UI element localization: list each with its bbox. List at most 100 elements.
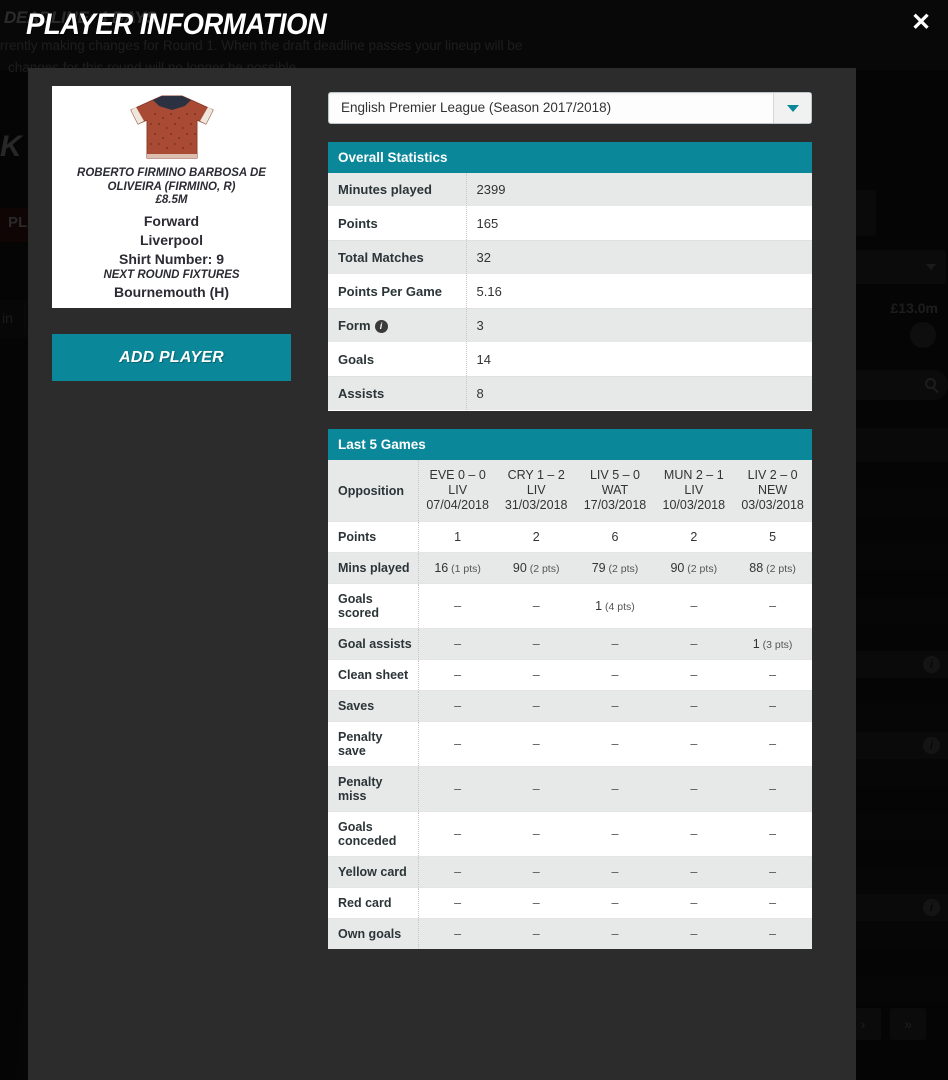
empty-value: – [690, 827, 698, 841]
empty-value: – [769, 927, 777, 941]
stat-cell: – [418, 887, 497, 919]
empty-value: – [611, 782, 619, 796]
empty-value: – [532, 865, 540, 879]
empty-value: – [611, 668, 619, 682]
stat-cell: – [418, 721, 497, 767]
empty-value: – [769, 599, 777, 613]
table-row: Total Matches 32 [328, 240, 812, 275]
stat-cell: – [496, 690, 576, 722]
empty-value: – [769, 699, 777, 713]
stat-cell: – [575, 690, 655, 722]
opposition-score: MUN 2 – 1 LIV [663, 468, 724, 497]
stat-label: Penalty save [328, 721, 419, 767]
stat-cell: – [496, 856, 576, 888]
overall-statistics-title: Overall Statistics [328, 142, 812, 173]
stat-label: Assists [328, 376, 467, 411]
league-select[interactable]: English Premier League (Season 2017/2018… [328, 92, 812, 124]
stat-label: Goals [328, 342, 467, 377]
opposition-score: LIV 5 – 0 WAT [589, 468, 641, 497]
stat-cell: 1 (3 pts) [733, 628, 812, 660]
opposition-cell-1: CRY 1 – 2 LIV 31/03/2018 [496, 460, 576, 522]
table-row: Points Per Game 5.16 [328, 274, 812, 309]
table-row: Goal assists – – – – 1 (3 pts) [328, 628, 812, 660]
player-information-modal: ROBERTO FIRMINO BARBOSA DE OLIVEIRA (FIR… [28, 68, 856, 1080]
empty-value: – [769, 827, 777, 841]
table-row: Points 165 [328, 206, 812, 241]
opposition-date: 03/03/2018 [741, 498, 804, 512]
stat-cell: – [496, 583, 576, 629]
stat-cell: – [733, 659, 812, 691]
empty-value: – [532, 599, 540, 613]
stat-cell: – [654, 811, 734, 857]
empty-value: – [690, 782, 698, 796]
empty-value: – [532, 637, 540, 651]
empty-value: – [454, 782, 462, 796]
table-row: Points 1 2 6 2 5 [328, 521, 812, 553]
stat-cell: 1 [418, 521, 497, 553]
opposition-row: Opposition EVE 0 – 0 LIV 07/04/2018 CRY 1 –… [328, 460, 812, 522]
stat-cell: 2 [496, 521, 576, 553]
empty-value: – [769, 782, 777, 796]
player-card: ROBERTO FIRMINO BARBOSA DE OLIVEIRA (FIR… [52, 86, 291, 308]
info-icon[interactable]: i [374, 320, 388, 333]
points-sublabel: (3 pts) [759, 639, 793, 651]
empty-value: – [454, 896, 462, 910]
points-sublabel: (2 pts) [526, 563, 560, 575]
next-round-fixtures-label: NEXT ROUND FIXTURES [103, 269, 240, 281]
empty-value: – [532, 827, 540, 841]
stat-cell: – [418, 766, 497, 812]
empty-value: – [611, 737, 619, 751]
stat-cell: – [496, 628, 576, 660]
opposition-score: EVE 0 – 0 LIV [429, 468, 486, 497]
stat-cell: 16 (1 pts) [418, 552, 497, 584]
stat-cell: – [654, 690, 734, 722]
stat-label: Red card [328, 887, 419, 919]
stat-label: Clean sheet [328, 659, 419, 691]
stat-label: Points [328, 521, 419, 553]
empty-value: – [690, 896, 698, 910]
stat-cell: – [654, 856, 734, 888]
opposition-cell-4: LIV 2 – 0 NEW 03/03/2018 [733, 460, 812, 522]
stat-cell: – [654, 918, 734, 949]
empty-value: – [454, 827, 462, 841]
overall-statistics-panel: Overall Statistics Minutes played 2399 Poi… [328, 142, 812, 411]
stat-value: 165 [466, 206, 812, 241]
stat-cell: – [733, 811, 812, 857]
stat-cell: 1 (4 pts) [575, 583, 655, 629]
empty-value: – [690, 927, 698, 941]
stat-value: 5.16 [466, 274, 812, 309]
table-row: Clean sheet – – – – – [328, 659, 812, 691]
stat-cell: – [496, 659, 576, 691]
stat-cell: – [654, 583, 734, 629]
close-icon[interactable]: ✕ [906, 8, 936, 38]
empty-value: – [769, 896, 777, 910]
stat-value: 8 [466, 376, 812, 411]
opposition-cell-3: MUN 2 – 1 LIV 10/03/2018 [654, 460, 734, 522]
player-position: Forward [143, 213, 200, 229]
empty-value: – [769, 668, 777, 682]
stat-value: 2399 [466, 173, 812, 207]
overall-statistics-table: Minutes played 2399 Points 165 Total Matches… [328, 173, 812, 411]
empty-value: – [454, 699, 462, 713]
last-5-games-title: Last 5 Games [328, 429, 812, 460]
stat-cell: – [575, 766, 655, 812]
points-sublabel: (2 pts) [763, 563, 796, 575]
stat-cell: – [733, 583, 812, 629]
empty-value: – [454, 637, 462, 651]
stat-cell: – [496, 721, 576, 767]
empty-value: – [611, 637, 619, 651]
table-row: Minutes played 2399 [328, 173, 812, 207]
stat-cell: – [496, 766, 576, 812]
add-player-button[interactable]: ADD PLAYER [52, 334, 291, 381]
empty-value: – [690, 599, 698, 613]
empty-value: – [454, 865, 462, 879]
table-row: Penalty miss – – – – – [328, 766, 812, 812]
stat-label: Goals scored [328, 583, 419, 629]
stat-cell: – [654, 721, 734, 767]
chevron-down-icon[interactable] [773, 93, 811, 123]
empty-value: – [532, 737, 540, 751]
empty-value: – [690, 865, 698, 879]
stat-cell: – [733, 721, 812, 767]
stat-label: Penalty miss [328, 766, 419, 812]
stat-cell: – [496, 918, 576, 949]
